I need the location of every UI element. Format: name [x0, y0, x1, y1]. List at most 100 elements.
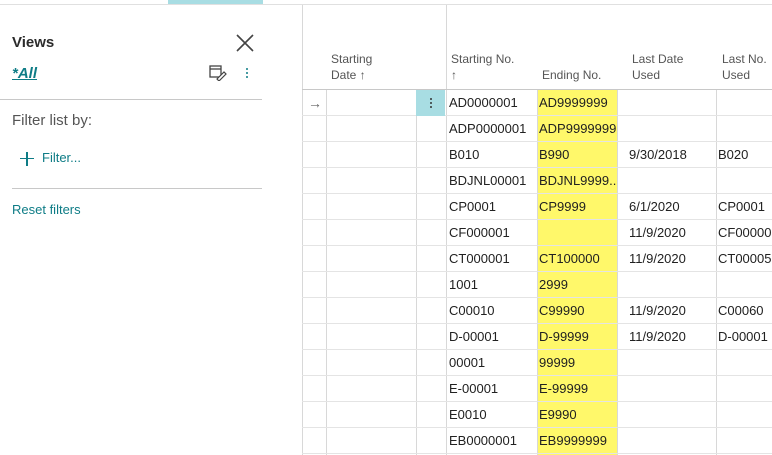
row-divider	[302, 453, 772, 454]
cell-starting-no[interactable]: D-00001	[449, 324, 535, 350]
views-pane: Views *All Filter list by: Filter... Res…	[0, 5, 270, 455]
cell-last-date-used[interactable]: 11/9/2020	[629, 246, 715, 272]
cell-ending-no[interactable]: E-99999	[539, 376, 616, 402]
cell-last-date-used[interactable]: 11/9/2020	[629, 324, 715, 350]
cell-last-no-used[interactable]	[718, 168, 772, 194]
cell-starting-no[interactable]: 00001	[449, 350, 535, 376]
header-last-date-used[interactable]: Last Date Used	[632, 51, 683, 83]
cell-last-no-used[interactable]: D-00001	[718, 324, 772, 350]
cell-last-no-used[interactable]	[718, 272, 772, 298]
table-row[interactable]: B010 B990 9/30/2018 B020	[302, 142, 772, 168]
cell-ending-no[interactable]: BDJNL9999...	[539, 168, 616, 194]
pane-divider	[0, 99, 262, 100]
cell-starting-no[interactable]: CP0001	[449, 194, 535, 220]
header-starting-date[interactable]: Starting Date ↑	[331, 51, 372, 83]
cell-last-date-used[interactable]	[629, 168, 715, 194]
header-last-no-used[interactable]: Last No. Used	[722, 51, 767, 83]
cell-starting-no[interactable]: CT000001	[449, 246, 535, 272]
cell-last-date-used[interactable]: 11/9/2020	[629, 220, 715, 246]
cell-ending-no[interactable]: 99999	[539, 350, 616, 376]
add-filter-label: Filter...	[42, 150, 82, 165]
cell-last-date-used[interactable]: 11/9/2020	[629, 298, 715, 324]
header-last-date-line2: Used	[632, 68, 661, 82]
cell-ending-no[interactable]: 2999	[539, 272, 616, 298]
table-row[interactable]: D-00001 D-99999 11/9/2020 D-00001	[302, 324, 772, 350]
cell-starting-no[interactable]: C00010	[449, 298, 535, 324]
cell-last-no-used[interactable]	[718, 116, 772, 142]
cell-ending-no[interactable]: B990	[539, 142, 616, 168]
close-icon[interactable]	[234, 32, 256, 54]
cell-last-no-used[interactable]	[718, 376, 772, 402]
cell-last-no-used[interactable]	[718, 402, 772, 428]
cell-ending-no[interactable]: ADP9999999	[539, 116, 616, 142]
cell-last-no-used[interactable]: CT00005	[718, 246, 772, 272]
table-row[interactable]: 1001 2999	[302, 272, 772, 298]
header-last-date-line1: Last Date	[632, 52, 684, 66]
cell-last-date-used[interactable]	[629, 428, 715, 454]
cell-last-date-used[interactable]: 6/1/2020	[629, 194, 715, 220]
table-row[interactable]: E0010 E9990	[302, 402, 772, 428]
cell-last-date-used[interactable]	[629, 376, 715, 402]
cell-ending-no[interactable]	[539, 220, 616, 246]
header-starting-no[interactable]: Starting No. ↑	[451, 51, 514, 83]
filter-list-heading: Filter list by:	[12, 112, 93, 129]
header-starting-no-line1: Starting No.	[451, 52, 515, 66]
cell-last-date-used[interactable]	[629, 350, 715, 376]
plus-icon	[20, 151, 34, 166]
cell-starting-no[interactable]: BDJNL00001	[449, 168, 535, 194]
cell-last-no-used[interactable]: CP0001	[718, 194, 772, 220]
header-last-no-line2: Used	[722, 68, 751, 82]
cell-starting-no[interactable]: AD0000001	[449, 90, 535, 116]
cell-ending-no[interactable]: C99990	[539, 298, 616, 324]
cell-last-no-used[interactable]: B020	[718, 142, 772, 168]
cell-starting-no[interactable]: ADP0000001	[449, 116, 535, 142]
views-title: Views	[12, 34, 55, 51]
table-row[interactable]: C00010 C99990 11/9/2020 C00060	[302, 298, 772, 324]
edit-view-icon[interactable]	[209, 65, 227, 82]
table-row[interactable]: 00001 99999	[302, 350, 772, 376]
cell-last-date-used[interactable]	[629, 90, 715, 116]
add-filter-button[interactable]: Filter...	[20, 150, 81, 170]
header-starting-no-line2: ↑	[451, 68, 457, 82]
view-all-link[interactable]: *All	[12, 65, 37, 82]
cell-last-date-used[interactable]	[629, 116, 715, 142]
cell-last-no-used[interactable]	[718, 90, 772, 116]
table-row[interactable]: ADP0000001 ADP9999999	[302, 116, 772, 142]
cell-starting-no[interactable]: E0010	[449, 402, 535, 428]
cell-starting-no[interactable]: E-00001	[449, 376, 535, 402]
cell-last-no-used[interactable]: C00060	[718, 298, 772, 324]
cell-starting-no[interactable]: B010	[449, 142, 535, 168]
cell-last-no-used[interactable]: CF00000	[718, 220, 772, 246]
cell-ending-no[interactable]: CT100000	[539, 246, 616, 272]
cell-starting-no[interactable]: CF000001	[449, 220, 535, 246]
header-ending-no[interactable]: Ending No.	[542, 67, 601, 83]
table-row[interactable]: CP0001 CP9999 6/1/2020 CP0001	[302, 194, 772, 220]
top-tab-strip	[0, 0, 772, 5]
cell-ending-no[interactable]: D-99999	[539, 324, 616, 350]
table-row[interactable]: CT000001 CT100000 11/9/2020 CT00005	[302, 246, 772, 272]
cell-starting-no[interactable]: 1001	[449, 272, 535, 298]
current-row-arrow-icon: →	[308, 95, 322, 111]
cell-last-no-used[interactable]	[718, 428, 772, 454]
table-row[interactable]: CF000001 11/9/2020 CF00000	[302, 220, 772, 246]
cell-last-no-used[interactable]	[718, 350, 772, 376]
table-row[interactable]: E-00001 E-99999	[302, 376, 772, 402]
cell-ending-no[interactable]: CP9999	[539, 194, 616, 220]
header-starting-date-line2: Date ↑	[331, 68, 366, 82]
cell-last-date-used[interactable]	[629, 272, 715, 298]
header-last-no-line1: Last No.	[722, 52, 767, 66]
reset-filters-link[interactable]: Reset filters	[12, 202, 81, 217]
cell-last-date-used[interactable]	[629, 402, 715, 428]
table-row[interactable]: AD0000001 AD9999999	[302, 90, 772, 116]
table-row[interactable]: EB0000001 EB9999999	[302, 428, 772, 454]
cell-starting-no[interactable]: EB0000001	[449, 428, 535, 454]
cell-ending-no[interactable]: AD9999999	[539, 90, 616, 116]
table-row[interactable]: BDJNL00001 BDJNL9999...	[302, 168, 772, 194]
number-series-grid: Starting Date ↑ Starting No. ↑ Ending No…	[302, 5, 772, 455]
cell-last-date-used[interactable]: 9/30/2018	[629, 142, 715, 168]
pane-divider-2	[12, 188, 262, 189]
more-options-icon[interactable]	[243, 64, 251, 82]
row-actions-button[interactable]	[416, 90, 445, 116]
cell-ending-no[interactable]: EB9999999	[539, 428, 616, 454]
cell-ending-no[interactable]: E9990	[539, 402, 616, 428]
